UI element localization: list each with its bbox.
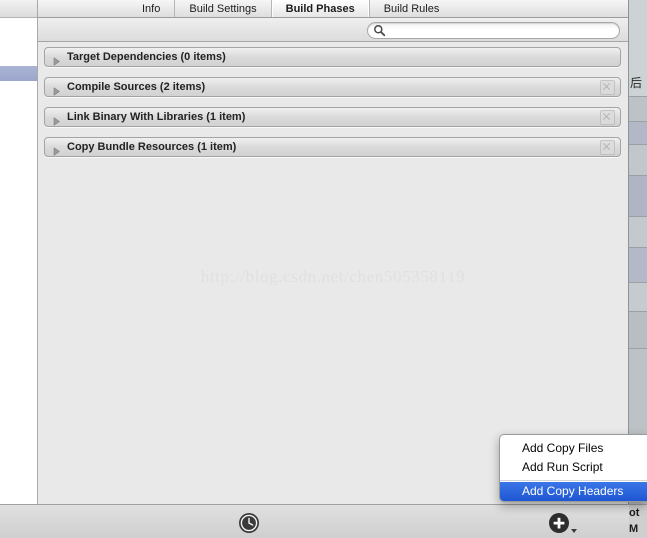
search-field[interactable]: [367, 21, 620, 39]
phase-title: Compile Sources (2 items): [67, 81, 206, 93]
navigator-selected-row[interactable]: [0, 66, 37, 81]
menu-separator: [500, 480, 647, 481]
plus-icon[interactable]: [548, 512, 570, 534]
clock-icon[interactable]: [238, 512, 260, 534]
triangle-right-icon[interactable]: [52, 83, 61, 95]
remove-x-icon[interactable]: [600, 139, 615, 155]
phase-title: Target Dependencies (0 items): [67, 51, 226, 63]
phase-row-copy-bundle-resources[interactable]: Copy Bundle Resources (1 item): [44, 137, 621, 157]
search-icon: [373, 24, 386, 37]
filter-bar: [38, 18, 628, 42]
menu-item-add-copy-files[interactable]: Add Copy Files: [500, 439, 647, 458]
utilities-clipped-glyph: 后: [630, 76, 643, 90]
triangle-right-icon[interactable]: [52, 143, 61, 155]
menu-item-add-copy-headers[interactable]: Add Copy Headers: [500, 482, 647, 501]
menu-item-add-run-script[interactable]: Add Run Script: [500, 458, 647, 477]
tabbar-left-spacer: [38, 0, 128, 17]
utilities-strip: 后: [628, 0, 647, 504]
triangle-right-icon[interactable]: [52, 53, 61, 65]
add-build-phase-menu: Add Copy Files Add Run Script Add Copy H…: [499, 434, 647, 502]
phase-row-link-binary-with-libraries[interactable]: Link Binary With Libraries (1 item): [44, 107, 621, 127]
phase-title: Link Binary With Libraries (1 item): [67, 111, 246, 123]
navigator-filter-bar: [0, 0, 37, 18]
phase-row-compile-sources[interactable]: Compile Sources (2 items): [44, 77, 621, 97]
bottom-right-clipped-text: ot M: [629, 505, 647, 538]
tabbar-right-spacer: [453, 0, 628, 17]
watermark-text: http://blog.csdn.net/chen505358119: [200, 267, 466, 286]
phase-title: Copy Bundle Resources (1 item): [67, 141, 237, 153]
remove-x-icon[interactable]: [600, 109, 615, 125]
tab-build-rules[interactable]: Build Rules: [368, 0, 454, 17]
phase-row-target-dependencies[interactable]: Target Dependencies (0 items): [44, 47, 621, 67]
tab-info[interactable]: Info: [128, 0, 174, 17]
triangle-right-icon[interactable]: [52, 113, 61, 125]
target-editor-tabbar: Info Build Settings Build Phases Build R…: [38, 0, 628, 18]
tab-build-phases[interactable]: Build Phases: [270, 0, 369, 17]
caret-down-icon[interactable]: [571, 529, 577, 533]
editor-pane: Info Build Settings Build Phases Build R…: [38, 0, 628, 504]
tab-build-settings[interactable]: Build Settings: [174, 0, 270, 17]
xcode-window: Info Build Settings Build Phases Build R…: [0, 0, 647, 538]
project-navigator-sidebar: [0, 0, 38, 504]
search-input[interactable]: [386, 22, 619, 38]
remove-x-icon[interactable]: [600, 79, 615, 95]
